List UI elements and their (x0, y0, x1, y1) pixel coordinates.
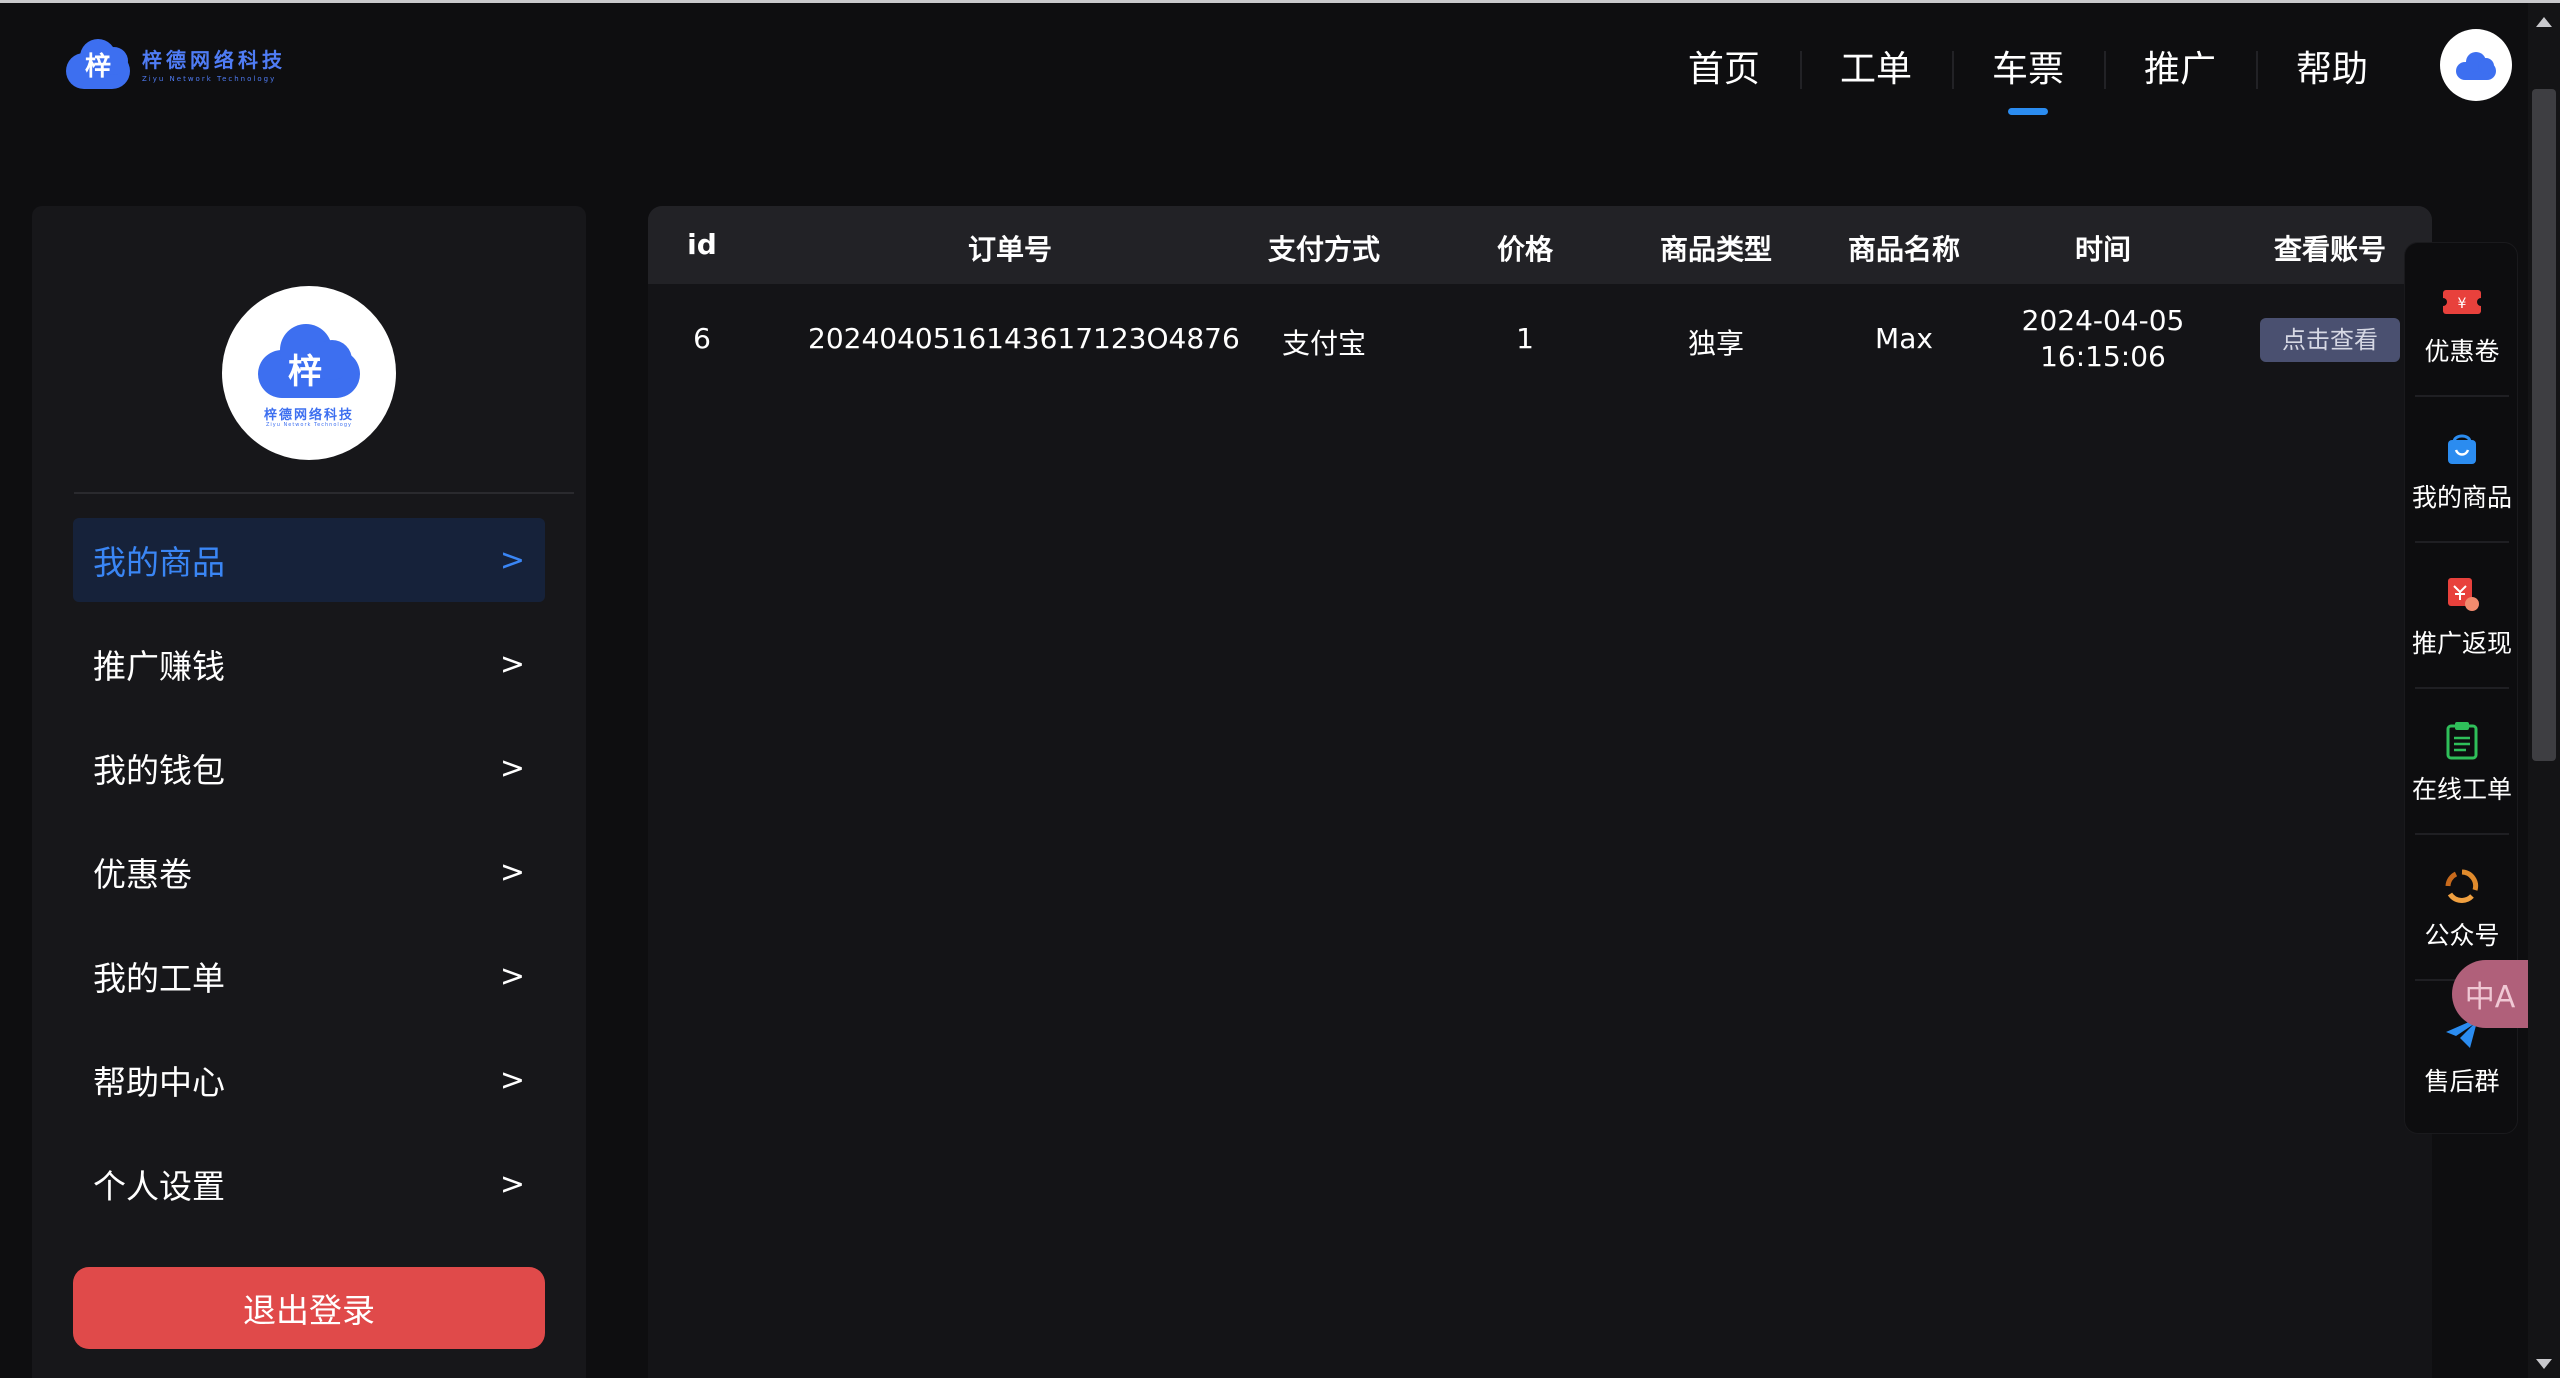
nav-promote[interactable]: 推广 (2103, 45, 2256, 95)
divider (74, 492, 574, 494)
page-scrollbar[interactable] (2528, 3, 2560, 1378)
sidebar-item-work-orders[interactable]: 我的工单 > (73, 934, 545, 1018)
chevron-right-icon: > (499, 1166, 525, 1202)
sidebar-item-label: 推广赚钱 (93, 647, 225, 686)
user-avatar[interactable] (2440, 29, 2512, 101)
sidebar-item-my-products[interactable]: 我的商品 > (73, 518, 545, 602)
cell-type: 独享 (1687, 327, 1744, 360)
cloud-logo-icon: 梓 (62, 35, 134, 91)
sidebar-item-label: 我的商品 (93, 543, 225, 582)
sidebar-item-label: 我的工单 (93, 959, 225, 998)
table-header: id 订单号 支付方式 价格 商品类型 商品名称 时间 查看账号 (648, 206, 2432, 284)
chevron-right-icon: > (499, 1062, 525, 1098)
orders-table: id 订单号 支付方式 价格 商品类型 商品名称 时间 查看账号 6 20240… (648, 206, 2432, 1378)
nav-home[interactable]: 首页 (1648, 45, 1800, 95)
view-account-button[interactable]: 点击查看 (2260, 318, 2400, 362)
sidebar: 梓 梓德网络科技 Ziyu Network Technology 我的商品 > … (32, 206, 586, 1378)
sidebar-item-label: 帮助中心 (93, 1063, 225, 1102)
nav-help[interactable]: 帮助 (2255, 45, 2408, 95)
column-header-order-no[interactable]: 订单号 (808, 228, 1212, 268)
brand-name: 梓德网络科技 (142, 47, 286, 72)
clipboard-icon (2440, 718, 2484, 762)
column-header-time[interactable]: 时间 (1994, 228, 2212, 268)
scroll-down-arrow-icon[interactable] (2536, 1359, 2552, 1369)
column-header-name[interactable]: 商品名称 (1816, 228, 1992, 268)
scroll-up-arrow-icon[interactable] (2536, 17, 2552, 27)
column-header-price[interactable]: 价格 (1460, 228, 1590, 268)
cell-payment: 支付宝 (1281, 327, 1366, 360)
brand-name-en: Ziyu Network Technology (142, 74, 277, 83)
nav-vehicle-ticket[interactable]: 车票 (1951, 45, 2104, 115)
avatar-brand-name-en: Ziyu Network Technology (265, 422, 352, 428)
chevron-right-icon: > (499, 750, 525, 786)
chevron-right-icon: > (499, 958, 525, 994)
nav-tickets-work[interactable]: 工单 (1799, 45, 1952, 95)
sidebar-item-coupons[interactable]: 优惠卷 > (73, 830, 545, 914)
sidebar-item-label: 我的钱包 (93, 751, 225, 790)
quick-online-ticket[interactable]: 在线工单 (2405, 689, 2519, 835)
cell-order-no: 2024040516143617123O4876 (808, 322, 1240, 355)
quick-my-products[interactable]: 我的商品 (2405, 397, 2519, 543)
cell-name: Max (1875, 322, 1933, 355)
chevron-right-icon: > (499, 646, 525, 682)
avatar-brand-name: 梓德网络科技 (263, 408, 354, 423)
brand-logo[interactable]: 梓 梓德网络科技 Ziyu Network Technology (62, 35, 286, 91)
chevron-right-icon: > (499, 542, 525, 578)
cell-price: 1 (1516, 322, 1534, 355)
scroll-thumb[interactable] (2532, 89, 2556, 761)
header: 梓 梓德网络科技 Ziyu Network Technology 首页 工单 车… (0, 3, 2528, 133)
chevron-right-icon: > (499, 854, 525, 890)
svg-text:¥: ¥ (2458, 296, 2467, 312)
column-header-type[interactable]: 商品类型 (1616, 228, 1816, 268)
cashback-icon (2440, 572, 2484, 616)
recycle-icon (2440, 864, 2484, 908)
column-header-id[interactable]: id (648, 228, 756, 261)
quick-coupons[interactable]: ¥ 优惠卷 (2405, 251, 2519, 397)
cloud-logo-icon (2454, 50, 2498, 80)
sidebar-item-label: 优惠卷 (93, 855, 192, 894)
sidebar-item-settings[interactable]: 个人设置 > (73, 1142, 545, 1226)
profile-avatar[interactable]: 梓 梓德网络科技 Ziyu Network Technology (222, 286, 396, 460)
shopping-bag-icon (2440, 426, 2484, 470)
quick-cashback[interactable]: 推广返现 (2405, 543, 2519, 689)
column-header-payment[interactable]: 支付方式 (1232, 228, 1416, 268)
sidebar-item-wallet[interactable]: 我的钱包 > (73, 726, 545, 810)
top-nav: 首页 工单 车票 推广 帮助 (1648, 45, 2408, 115)
sidebar-item-help-center[interactable]: 帮助中心 > (73, 1038, 545, 1122)
coupon-icon: ¥ (2440, 280, 2484, 324)
cell-id: 6 (693, 322, 711, 355)
column-header-view-account[interactable]: 查看账号 (2230, 228, 2430, 268)
translate-icon[interactable]: 中A (2452, 960, 2528, 1028)
cell-time: 16:15:06 (2040, 340, 2166, 373)
cell-date: 2024-04-05 (2021, 304, 2185, 337)
sidebar-item-label: 个人设置 (93, 1167, 225, 1206)
sidebar-menu: 我的商品 > 推广赚钱 > 我的钱包 > 优惠卷 > 我的工单 > 帮助中心 >… (73, 518, 545, 1246)
sidebar-item-promote-earn[interactable]: 推广赚钱 > (73, 622, 545, 706)
logout-button[interactable]: 退出登录 (73, 1267, 545, 1349)
